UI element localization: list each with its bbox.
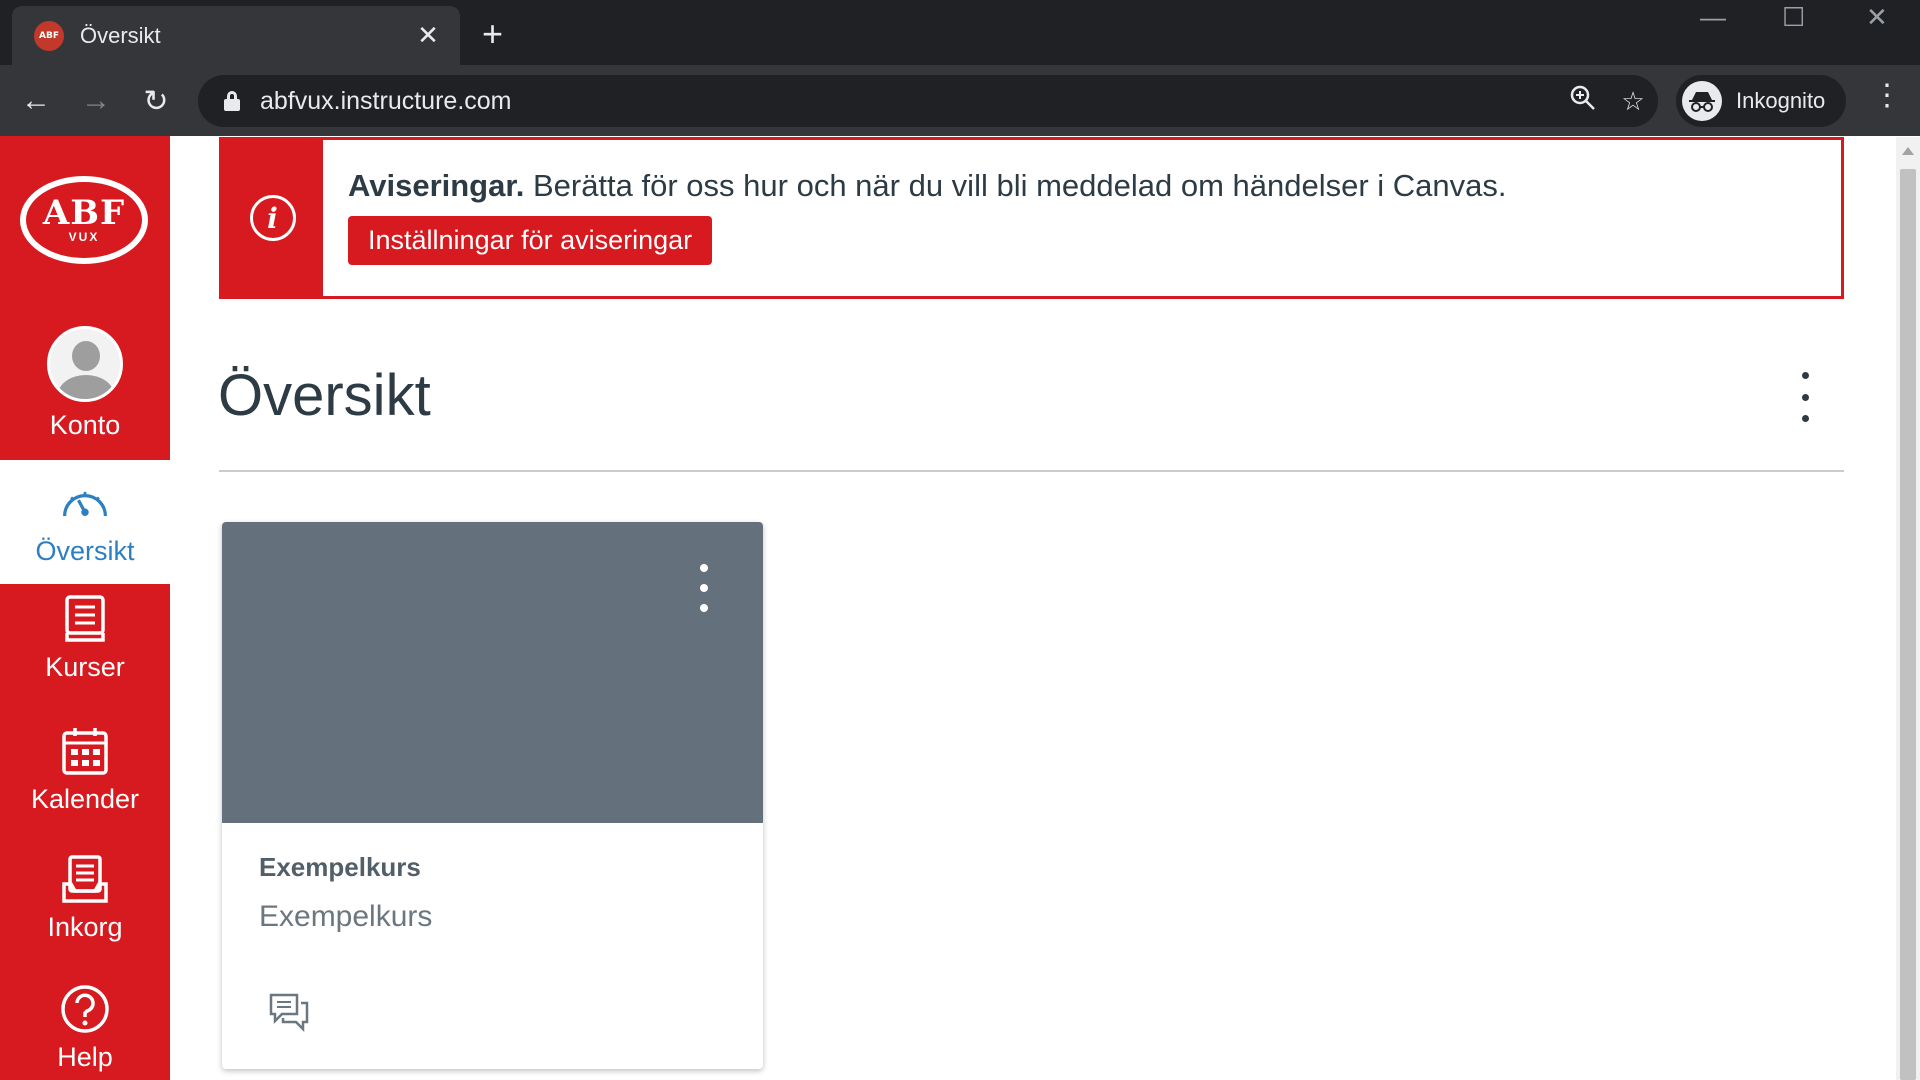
lock-icon	[224, 91, 240, 111]
incognito-profile-button[interactable]: Inkognito	[1676, 75, 1846, 127]
nav-item-courses[interactable]: Kurser	[0, 594, 170, 683]
address-bar[interactable]: abfvux.instructure.com ☆	[198, 75, 1658, 127]
nav-item-inbox[interactable]: Inkorg	[0, 854, 170, 943]
nav-label-inbox: Inkorg	[47, 912, 123, 942]
nav-item-dashboard[interactable]: Översikt	[0, 460, 170, 584]
course-card-hero[interactable]	[222, 522, 763, 823]
nav-item-help[interactable]: Help	[0, 984, 170, 1073]
alert-message: Berätta för oss hur och när du vill bli …	[532, 168, 1507, 203]
nav-item-calendar[interactable]: Kalender	[0, 726, 170, 815]
reload-icon[interactable]: ↻	[134, 79, 178, 123]
logo-text: ABF	[42, 193, 126, 233]
nav-label-calendar: Kalender	[30, 784, 140, 814]
help-icon	[60, 984, 110, 1034]
calendar-icon	[60, 726, 110, 776]
profile-label: Inkognito	[1736, 88, 1826, 113]
logo-subtext: VUX	[68, 230, 100, 244]
alert-text: Aviseringar. Berätta för oss hur och när…	[348, 168, 1507, 204]
forward-arrow-icon[interactable]: →	[74, 79, 118, 123]
alert-heading: Aviseringar.	[348, 168, 525, 203]
browser-toolbar: ← → ↻ abfvux.instructure.com ☆ Inkognito	[0, 65, 1920, 136]
page-scrollbar[interactable]	[1896, 137, 1920, 1080]
book-icon	[60, 594, 110, 644]
avatar	[47, 326, 123, 402]
abf-vux-logo[interactable]: ABF VUX	[20, 176, 148, 264]
nav-label-courses: Kurser	[45, 652, 125, 682]
notification-settings-button[interactable]: Inställningar för aviseringar	[348, 216, 713, 265]
nav-item-account[interactable]: Konto	[0, 326, 170, 460]
close-window-icon[interactable]: ✕	[1866, 2, 1888, 33]
minimize-window-icon[interactable]: —	[1700, 2, 1726, 33]
header-divider	[219, 470, 1844, 472]
url-text[interactable]: abfvux.instructure.com	[260, 87, 1558, 116]
zoom-icon[interactable]	[1558, 85, 1608, 118]
back-arrow-icon[interactable]: ←	[14, 79, 58, 123]
inbox-icon	[60, 854, 110, 904]
nav-label-account: Konto	[49, 410, 121, 440]
scroll-up-arrow-icon[interactable]	[1902, 147, 1914, 155]
nav-label-help: Help	[57, 1042, 113, 1072]
alert-icon-column: i	[222, 140, 323, 296]
discussions-icon[interactable]	[268, 992, 310, 1033]
tab-title: Översikt	[80, 22, 161, 48]
global-navigation: ABF VUX Konto Översikt Kurser Kalender I…	[0, 136, 170, 1080]
browser-menu-icon[interactable]: ⋮	[1872, 78, 1902, 113]
course-card[interactable]: Exempelkurs Exempelkurs	[222, 522, 763, 1069]
browser-tab[interactable]: ABF Översikt ✕	[12, 6, 460, 65]
nav-label-dashboard: Översikt	[35, 535, 135, 566]
course-card-name[interactable]: Exempelkurs	[259, 852, 421, 883]
course-card-subtitle: Exempelkurs	[259, 900, 433, 933]
maximize-window-icon[interactable]: ☐	[1782, 2, 1805, 33]
incognito-icon	[1682, 81, 1722, 121]
browser-tabbar: ABF Översikt ✕ + — ☐ ✕	[0, 0, 1920, 65]
new-tab-icon[interactable]: +	[482, 14, 503, 54]
abf-favicon-icon: ABF	[34, 20, 64, 51]
close-tab-icon[interactable]: ✕	[408, 20, 448, 51]
info-icon: i	[249, 195, 296, 241]
page-title: Översikt	[218, 363, 431, 428]
dashboard-options-icon[interactable]	[1790, 372, 1820, 422]
speedometer-icon	[60, 478, 110, 528]
course-card-options-icon[interactable]	[694, 564, 714, 612]
scrollbar-thumb[interactable]	[1900, 169, 1916, 1080]
bookmark-star-icon[interactable]: ☆	[1608, 86, 1658, 117]
notification-alert: i Aviseringar. Berätta för oss hur och n…	[219, 137, 1844, 299]
